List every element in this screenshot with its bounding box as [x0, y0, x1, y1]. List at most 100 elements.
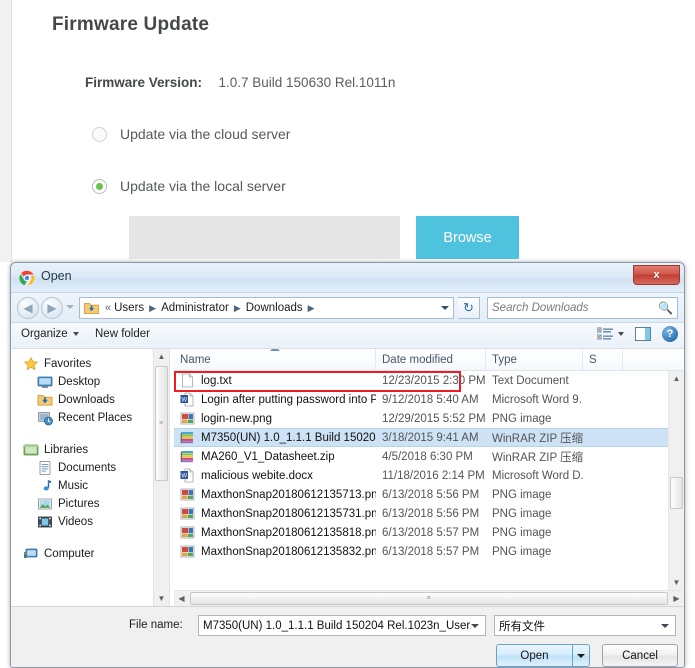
new-folder-label: New folder [95, 328, 150, 340]
table-row[interactable]: MA260_V1_Datasheet.zip 4/5/2018 6:30 PM … [174, 447, 668, 466]
file-name-cell: M7350(UN) 1.0_1.1.1 Build 150204 Rel.102… [174, 430, 376, 445]
nav-item-documents[interactable]: Documents [11, 459, 169, 477]
chevron-down-icon[interactable] [661, 623, 669, 628]
table-row[interactable]: MaxthonSnap20180612135818.png 6/13/2018 … [174, 523, 668, 542]
file-date-cell: 6/13/2018 5:56 PM [382, 488, 480, 501]
preview-pane-icon[interactable] [635, 327, 651, 341]
breadcrumb-item-users[interactable]: Users [114, 302, 144, 314]
file-name-cell: W Login after putting password into Port… [174, 392, 376, 407]
file-name-input[interactable]: M7350(UN) 1.0_1.1.1 Build 150204 Rel.102… [198, 615, 486, 636]
file-name-text: MA260_V1_Datasheet.zip [201, 450, 335, 463]
breadcrumb-separator-icon: ▶ [149, 302, 157, 313]
nav-item-downloads[interactable]: Downloads [11, 391, 169, 409]
nav-group-computer[interactable]: Computer [11, 545, 169, 563]
table-row[interactable]: MaxthonSnap20180612135713.png 6/13/2018 … [174, 485, 668, 504]
file-name-cell: log.txt [174, 373, 376, 388]
organize-button[interactable]: Organize [21, 328, 79, 340]
table-row[interactable]: W Login after putting password into Port… [174, 390, 668, 409]
browse-button[interactable]: Browse [416, 216, 519, 259]
dialog-titlebar[interactable]: Open x [11, 263, 684, 293]
png-file-icon [180, 525, 195, 540]
close-icon[interactable]: x [633, 265, 680, 285]
breadcrumb-overflow-icon[interactable]: « [105, 302, 111, 314]
search-input[interactable]: Search Downloads 🔍 [487, 297, 678, 319]
nav-label-music: Music [58, 480, 89, 492]
png-file-icon [180, 411, 195, 426]
column-header-size[interactable]: S [583, 349, 623, 370]
open-button[interactable]: Open [496, 644, 572, 667]
svg-text:W: W [181, 397, 187, 403]
navpane-scroll-down-icon[interactable]: ▼ [154, 591, 169, 606]
file-list-rows: log.txt 12/23/2015 2:30 PM Text Document… [174, 371, 668, 590]
file-name-cell: MaxthonSnap20180612135713.png [174, 487, 376, 502]
file-list-vertical-scrollbar[interactable]: ▲ ▼ [668, 371, 684, 590]
scroll-left-icon[interactable]: ◀ [174, 594, 189, 603]
breadcrumb-separator-icon: ▶ [307, 302, 315, 313]
scroll-right-icon[interactable]: ▶ [669, 594, 684, 603]
text-file-icon [180, 373, 195, 388]
page-title: Firmware Update [52, 14, 210, 35]
table-row[interactable]: log.txt 12/23/2015 2:30 PM Text Document [174, 371, 668, 390]
new-folder-button[interactable]: New folder [95, 328, 150, 340]
file-type-cell: Microsoft Word 9... [492, 393, 583, 406]
radio-cloud-icon[interactable] [92, 126, 107, 142]
open-file-dialog: Open x ◀ ▶ « Users ▶ Administrator ▶ Dow… [10, 262, 685, 668]
horizontal-scroll-thumb[interactable]: ≡ [190, 592, 668, 605]
file-type-select[interactable]: 所有文件 [494, 615, 676, 636]
recent-pages-icon[interactable] [66, 305, 74, 309]
screen: Firmware Update Firmware Version: 1.0.7 … [0, 0, 695, 668]
file-type-cell: Text Document [492, 374, 569, 387]
nav-item-desktop[interactable]: Desktop [11, 373, 169, 391]
navpane-scroll-thumb[interactable]: ≡ [155, 366, 168, 481]
file-date-cell: 4/5/2018 6:30 PM [382, 450, 473, 463]
nav-label-videos: Videos [58, 516, 93, 528]
nav-label-recent-places: Recent Places [58, 412, 133, 424]
radio-local-icon[interactable] [92, 178, 107, 194]
navpane-scrollbar[interactable]: ▲ ≡ ▼ [153, 349, 169, 606]
vertical-scroll-thumb[interactable] [670, 477, 683, 509]
scroll-down-icon[interactable]: ▼ [669, 575, 684, 590]
open-dropdown-button[interactable] [572, 644, 590, 667]
file-list-horizontal-scrollbar[interactable]: ◀ ≡ ▶ [174, 590, 684, 606]
radio-option-cloud-server[interactable]: Update via the cloud server [92, 126, 290, 142]
table-row[interactable]: login-new.png 12/29/2015 5:52 PM PNG ima… [174, 409, 668, 428]
chevron-down-icon[interactable] [441, 306, 449, 310]
nav-item-music[interactable]: Music [11, 477, 169, 495]
chevron-down-icon[interactable] [471, 623, 479, 628]
png-file-icon [180, 487, 195, 502]
nav-item-videos[interactable]: Videos [11, 513, 169, 531]
back-button[interactable]: ◀ [17, 297, 39, 319]
nav-item-recent-places[interactable]: Recent Places [11, 409, 169, 427]
table-row[interactable]: MaxthonSnap20180612135731.png 6/13/2018 … [174, 504, 668, 523]
breadcrumb-item-administrator[interactable]: Administrator [161, 302, 229, 314]
table-row-selected[interactable]: M7350(UN) 1.0_1.1.1 Build 150204 Rel.102… [174, 371, 668, 447]
column-header-type[interactable]: Type [486, 349, 583, 370]
firmware-update-page: Firmware Update Firmware Version: 1.0.7 … [12, 0, 695, 262]
breadcrumb-item-downloads[interactable]: Downloads [246, 302, 303, 314]
firmware-file-input[interactable] [129, 216, 400, 259]
radio-option-local-server[interactable]: Update via the local server [92, 178, 286, 194]
file-date-cell: 9/12/2018 5:40 AM [382, 393, 479, 406]
nav-item-pictures[interactable]: Pictures [11, 495, 169, 513]
breadcrumb[interactable]: « Users ▶ Administrator ▶ Downloads ▶ [79, 297, 454, 319]
view-dropdown-icon[interactable] [618, 332, 624, 336]
cancel-button[interactable]: Cancel [602, 644, 678, 667]
table-row[interactable]: W malicious webite.docx 11/18/2016 2:14 … [174, 466, 668, 485]
refresh-icon[interactable]: ↻ [458, 297, 480, 319]
column-header-date-modified[interactable]: Date modified [376, 349, 486, 370]
help-icon[interactable]: ? [662, 326, 678, 342]
column-header-name[interactable]: Name [174, 349, 376, 370]
forward-button[interactable]: ▶ [41, 297, 63, 319]
chevron-down-icon [72, 332, 79, 336]
scroll-up-icon[interactable]: ▲ [669, 371, 684, 386]
downloads-folder-icon [84, 301, 99, 315]
dialog-address-bar: ◀ ▶ « Users ▶ Administrator ▶ Downloads … [11, 293, 684, 323]
nav-label-desktop: Desktop [58, 376, 101, 388]
nav-group-libraries[interactable]: Libraries [11, 441, 169, 459]
table-row[interactable]: MaxthonSnap20180612135832.png 6/13/2018 … [174, 542, 668, 561]
videos-icon [37, 514, 53, 530]
view-list-icon[interactable] [596, 327, 613, 341]
nav-group-favorites[interactable]: Favorites [11, 355, 169, 373]
navpane-scroll-up-icon[interactable]: ▲ [154, 349, 169, 364]
